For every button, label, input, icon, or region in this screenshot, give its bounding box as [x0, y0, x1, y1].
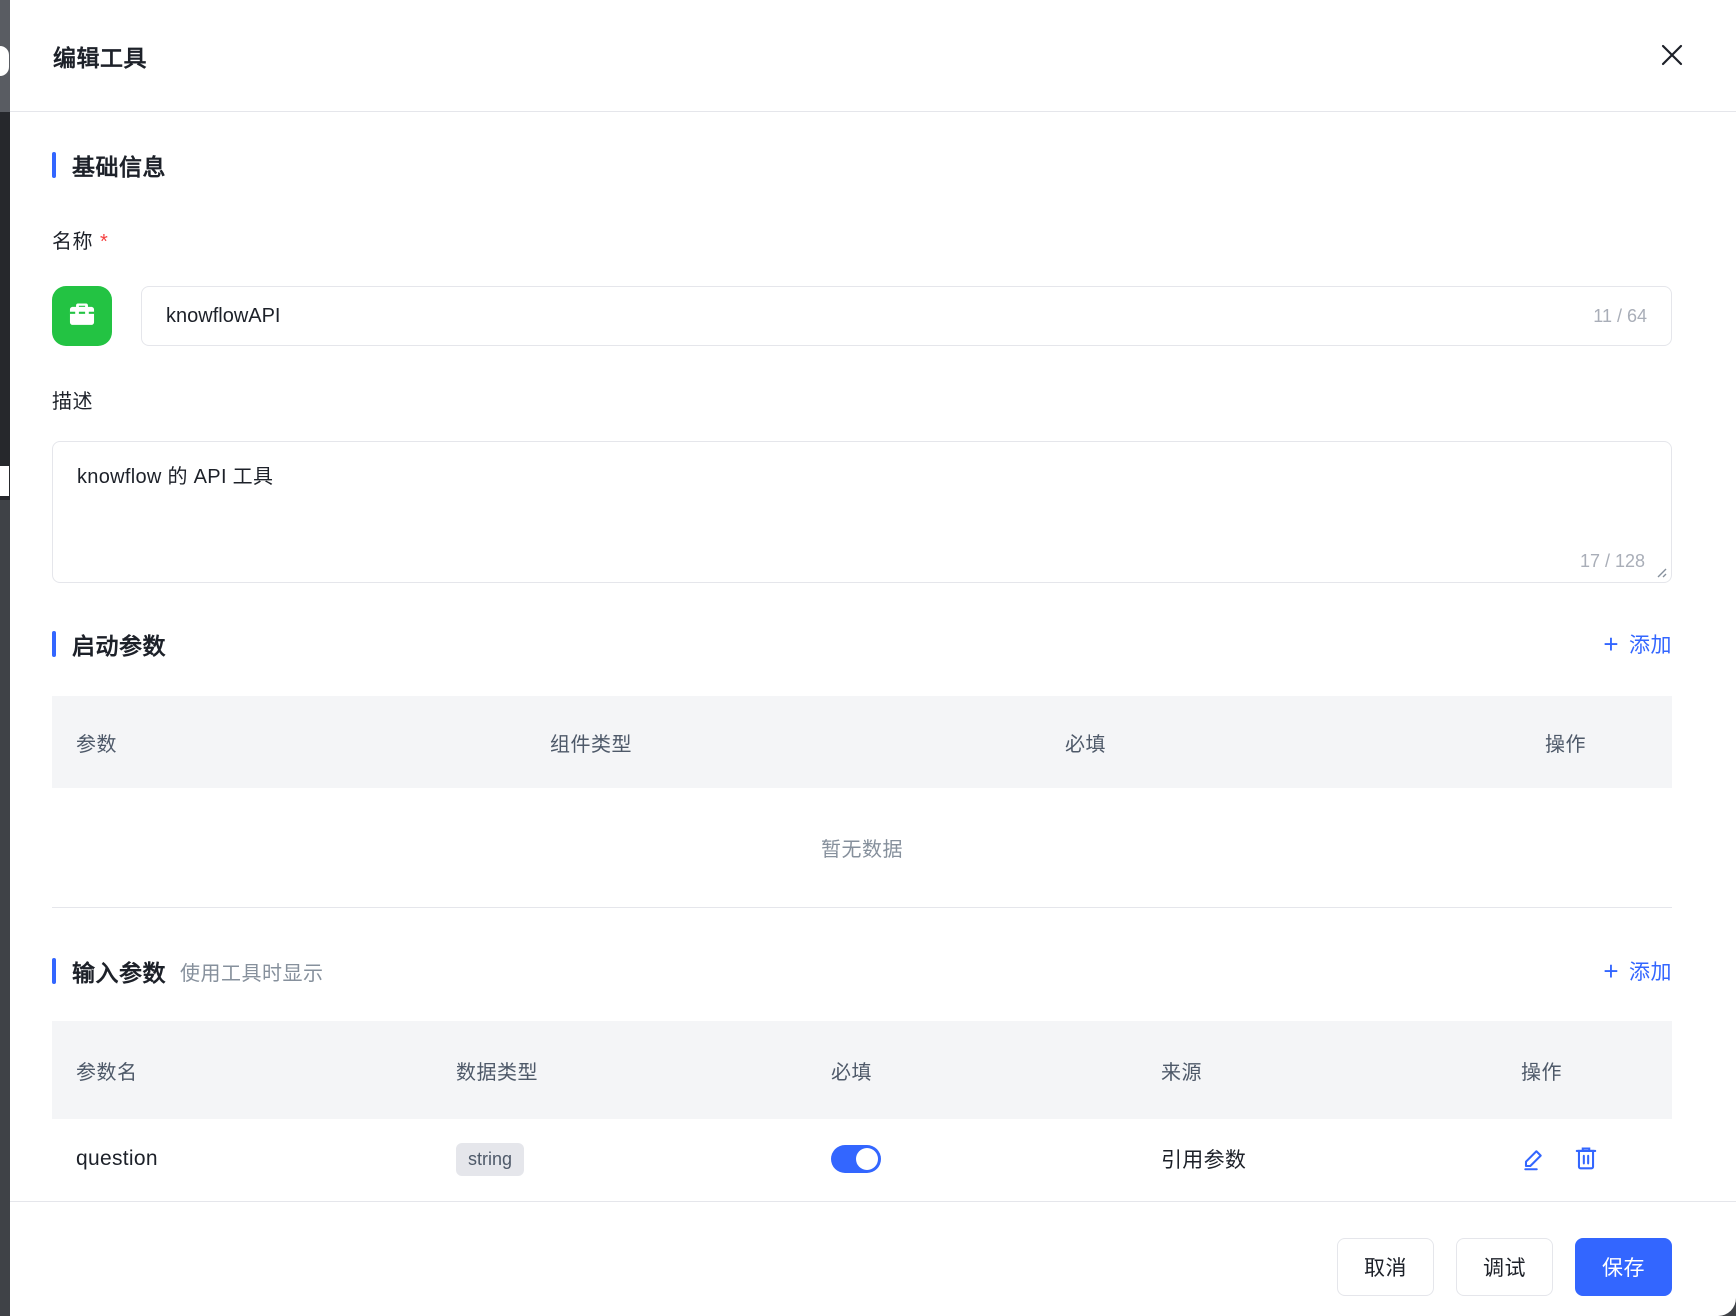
param-name-cell: question [52, 1147, 432, 1171]
section-title-text: 输入参数 [72, 954, 166, 988]
name-char-counter: 11 / 64 [1593, 306, 1647, 327]
data-type-cell: string [432, 1143, 807, 1176]
save-button[interactable]: 保存 [1575, 1238, 1672, 1296]
source-cell: 引用参数 [1137, 1144, 1497, 1174]
modal-header: 编辑工具 [10, 0, 1736, 112]
column-header-param: 参数 [52, 728, 526, 757]
section-title-text: 启动参数 [72, 627, 166, 661]
desc-textarea[interactable]: knowflow 的 API 工具 17 / 128 [52, 441, 1672, 583]
required-asterisk: * [100, 231, 108, 253]
section-input-params-header: 输入参数 使用工具时显示 + 添加 [52, 947, 1672, 995]
backdrop-notch [0, 466, 9, 496]
edit-pencil-icon [1521, 1145, 1547, 1174]
name-row: knowflowAPI 11 / 64 [52, 286, 1672, 346]
name-input-value: knowflowAPI [166, 305, 1593, 328]
column-header-required: 必填 [807, 1056, 1137, 1085]
section-basic-info-header: 基础信息 [52, 150, 1672, 180]
startup-params-empty-state: 暂无数据 [52, 788, 1672, 908]
plus-icon: + [1603, 631, 1619, 657]
backdrop-notch [0, 46, 9, 76]
empty-state-text: 暂无数据 [821, 833, 903, 862]
toolbox-icon [65, 297, 99, 336]
plus-icon: + [1603, 958, 1619, 984]
section-accent-bar [52, 958, 56, 984]
section-accent-bar [52, 631, 56, 657]
toggle-knob [856, 1148, 878, 1170]
section-title-input-params: 输入参数 使用工具时显示 [52, 954, 324, 988]
column-header-component-type: 组件类型 [526, 728, 1041, 757]
close-button[interactable] [1654, 38, 1690, 74]
section-title-startup-params: 启动参数 [52, 627, 166, 661]
trash-icon [1573, 1145, 1599, 1174]
section-title-text: 基础信息 [72, 148, 166, 182]
column-header-source: 来源 [1137, 1056, 1497, 1085]
cancel-button[interactable]: 取消 [1337, 1238, 1434, 1296]
delete-button[interactable] [1573, 1146, 1599, 1172]
backdrop-strip-mid [0, 112, 10, 500]
startup-params-table-header: 参数 组件类型 必填 操作 [52, 696, 1672, 788]
section-startup-params-header: 启动参数 + 添加 [52, 620, 1672, 668]
name-input[interactable]: knowflowAPI 11 / 64 [141, 286, 1672, 346]
column-header-required: 必填 [1041, 728, 1521, 757]
input-params-subtitle: 使用工具时显示 [180, 957, 324, 986]
column-header-actions: 操作 [1521, 728, 1672, 757]
input-params-table-header: 参数名 数据类型 必填 来源 操作 [52, 1021, 1672, 1119]
actions-cell [1497, 1146, 1672, 1172]
tool-icon-tile [52, 286, 112, 346]
column-header-param-name: 参数名 [52, 1056, 432, 1085]
modal-footer: 取消 调试 保存 [10, 1201, 1736, 1296]
screen: 编辑工具 基础信息 名称* [0, 0, 1736, 1316]
required-cell [807, 1145, 1137, 1173]
column-header-actions: 操作 [1497, 1056, 1672, 1085]
add-input-param-button[interactable]: + 添加 [1603, 956, 1672, 986]
add-startup-param-button[interactable]: + 添加 [1603, 629, 1672, 659]
modal-title: 编辑工具 [53, 39, 147, 73]
desc-label: 描述 [52, 388, 1672, 416]
column-header-data-type: 数据类型 [432, 1056, 807, 1085]
edit-tool-modal: 编辑工具 基础信息 名称* [10, 0, 1736, 1316]
section-title-basic-info: 基础信息 [52, 148, 166, 182]
resize-handle-icon[interactable] [1653, 564, 1668, 579]
section-accent-bar [52, 152, 56, 178]
desc-textarea-value: knowflow 的 API 工具 [77, 460, 1647, 489]
debug-button[interactable]: 调试 [1456, 1238, 1553, 1296]
name-label: 名称* [52, 228, 1672, 256]
table-row: question string 引用参数 [52, 1119, 1672, 1199]
required-toggle[interactable] [831, 1145, 881, 1173]
desc-char-counter: 17 / 128 [1580, 551, 1645, 572]
modal-body: 基础信息 名称* [10, 150, 1736, 1199]
edit-button[interactable] [1521, 1146, 1547, 1172]
close-icon [1658, 41, 1686, 72]
data-type-tag: string [456, 1143, 524, 1176]
